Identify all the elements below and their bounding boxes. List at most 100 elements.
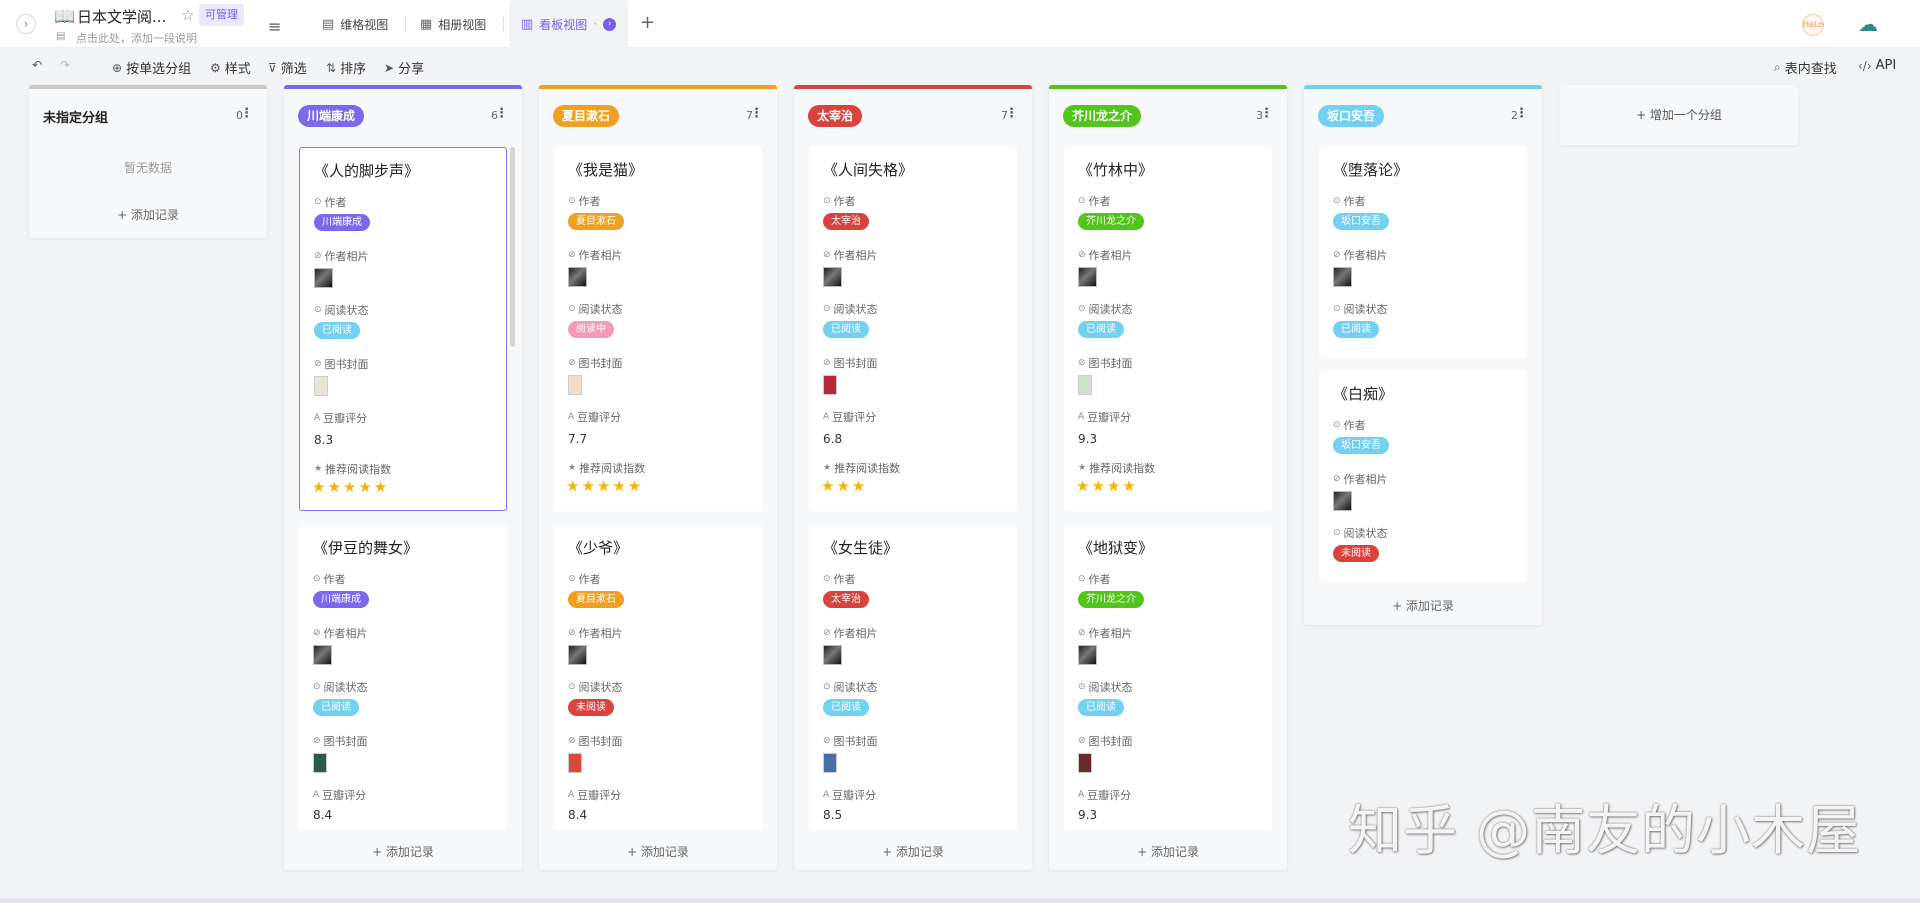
field-label-cover: ⊘ 图书封面 [568, 357, 623, 370]
field-label-photo: ⊘ 作者相片 [823, 627, 878, 640]
add-record-button[interactable]: + 添加记录 [29, 206, 267, 223]
field-label-author: ⊙ 作者 [568, 573, 601, 586]
add-view-icon[interactable]: + [640, 12, 655, 33]
record-card[interactable]: 《少爷》 ⊙ 作者 夏目漱石 ⊘ 作者相片 ⊙ 阅读状态 未阅读 ⊘ 图书封面 A 豆瓣评… [554, 525, 762, 830]
star-icon[interactable]: ☆ [181, 6, 194, 24]
more-icon[interactable]: ⋮ [1515, 106, 1528, 121]
author-photo[interactable] [568, 267, 587, 287]
more-icon[interactable]: ⋮ [240, 106, 253, 121]
style-button[interactable]: ⚙ 样式 [210, 58, 251, 78]
book-cover[interactable] [823, 375, 837, 395]
field-label-cover: ⊘ 图书封面 [823, 735, 878, 748]
record-card[interactable]: 《伊豆的舞女》 ⊙ 作者 川端康成 ⊘ 作者相片 ⊙ 阅读状态 已阅读 ⊘ 图书封面 A… [299, 525, 507, 830]
column-title: 太宰治 [808, 105, 863, 127]
author-photo[interactable] [314, 268, 333, 288]
find-button[interactable]: ⌕ 表内查找 [1774, 58, 1837, 77]
author-photo[interactable] [1333, 267, 1352, 287]
field-label-photo: ⊘ 作者相片 [1078, 249, 1133, 262]
record-card[interactable]: 《白痴》 ⊙ 作者 坂口安吾 ⊘ 作者相片 ⊙ 阅读状态 未阅读 [1319, 371, 1527, 581]
record-card[interactable]: 《堕落论》 ⊙ 作者 坂口安吾 ⊘ 作者相片 ⊙ 阅读状态 已阅读 [1319, 147, 1527, 357]
kanban-column-dazai: 太宰治 7 ⋮ 《人间失格》 ⊙ 作者 太宰治 ⊘ 作者相片 ⊙ 阅读状态 已阅读 ⊘… [794, 85, 1032, 870]
code-icon: ‹/› [1858, 58, 1872, 73]
tab-kanban-view[interactable]: ▥ 看板视图 · › [509, 0, 629, 48]
card-title: 《堕落论》 [1333, 161, 1409, 179]
author-tag: 芥川龙之介 [1078, 213, 1144, 230]
author-photo[interactable] [1078, 267, 1097, 287]
filter-button[interactable]: ⊽ 筛选 [268, 58, 307, 78]
description-field[interactable]: 点击此处，添加一段说明 [76, 30, 197, 46]
add-group-button[interactable]: + 增加一个分组 [1560, 85, 1798, 145]
tab-menu-icon[interactable]: › [603, 17, 617, 31]
search-icon: ⌕ [1774, 60, 1781, 74]
group-by-button[interactable]: ⊕ 按单选分组 [112, 58, 191, 78]
rating-value: 9.3 [1078, 808, 1098, 822]
card-title: 《人间失格》 [823, 161, 914, 179]
add-record-button[interactable]: + 添加记录 [284, 843, 522, 860]
undo-icon[interactable]: ↶ [32, 58, 42, 72]
record-card[interactable]: 《人间失格》 ⊙ 作者 太宰治 ⊘ 作者相片 ⊙ 阅读状态 已阅读 ⊘ 图书封面 A 豆瓣… [809, 147, 1017, 511]
author-photo[interactable] [1078, 645, 1097, 665]
field-label-recommend: ★ 推荐阅读指数 [823, 462, 901, 475]
record-card[interactable]: 《我是猫》 ⊙ 作者 夏目漱石 ⊘ 作者相片 ⊙ 阅读状态 阅读中 ⊘ 图书封面 A 豆瓣… [554, 147, 762, 511]
column-header: 川端康成 6 ⋮ [284, 89, 522, 139]
permission-badge: 可管理 [199, 4, 244, 26]
more-icon[interactable]: ⋮ [495, 106, 508, 121]
tab-divider [405, 17, 406, 31]
cloud-icon[interactable]: ☁ [1858, 12, 1878, 36]
author-photo[interactable] [823, 267, 842, 287]
book-cover[interactable] [314, 376, 328, 396]
add-record-button[interactable]: + 添加记录 [1049, 843, 1287, 860]
field-label-photo: ⊘ 作者相片 [1333, 249, 1388, 262]
column-header: 芥川龙之介 3 ⋮ [1049, 89, 1287, 139]
share-button[interactable]: ➤ 分享 [384, 58, 424, 78]
book-cover[interactable] [823, 753, 837, 773]
add-record-button[interactable]: + 添加记录 [539, 843, 777, 860]
field-label-status: ⊙ 阅读状态 [1078, 303, 1133, 316]
grid-icon: ▤ [322, 16, 335, 32]
card-title: 《竹林中》 [1078, 161, 1154, 179]
sort-button[interactable]: ⇅ 排序 [326, 58, 366, 78]
sheet-title[interactable]: 日本文学阅... [77, 6, 166, 27]
column-header: 未指定分组 0 ⋮ [29, 89, 267, 139]
menu-icon[interactable]: ≡ [268, 17, 281, 36]
rating-value: 8.4 [568, 808, 588, 822]
record-card[interactable]: 《女生徒》 ⊙ 作者 太宰治 ⊘ 作者相片 ⊙ 阅读状态 已阅读 ⊘ 图书封面 A 豆瓣评… [809, 525, 1017, 830]
book-cover[interactable] [568, 753, 582, 773]
expand-sidebar-button[interactable]: › [16, 14, 36, 34]
author-tag: 夏目漱石 [568, 591, 624, 608]
author-photo[interactable] [1333, 491, 1352, 511]
rating-value: 6.8 [823, 432, 843, 446]
book-cover[interactable] [1078, 753, 1092, 773]
author-photo[interactable] [568, 645, 587, 665]
book-cover[interactable] [1078, 375, 1092, 395]
redo-icon[interactable]: ↷ [60, 58, 70, 72]
column-header: 夏目漱石 7 ⋮ [539, 89, 777, 139]
bottom-bar [0, 898, 1920, 903]
status-tag: 阅读中 [568, 321, 614, 338]
more-icon[interactable]: ⋮ [1005, 106, 1018, 121]
add-record-button[interactable]: + 添加记录 [794, 843, 1032, 860]
recommend-stars: ★★★ [821, 477, 868, 495]
author-photo[interactable] [823, 645, 842, 665]
field-label-rating: A 豆瓣评分 [568, 789, 622, 802]
author-tag: 芥川龙之介 [1078, 591, 1144, 608]
author-tag: 川端康成 [314, 214, 370, 231]
author-photo[interactable] [313, 645, 332, 665]
record-card[interactable]: 《竹林中》 ⊙ 作者 芥川龙之介 ⊘ 作者相片 ⊙ 阅读状态 已阅读 ⊘ 图书封面 A豆… [1064, 147, 1272, 511]
record-card[interactable]: 《地狱变》 ⊙ 作者 芥川龙之介 ⊘ 作者相片 ⊙ 阅读状态 已阅读 ⊘ 图书封面 A豆… [1064, 525, 1272, 830]
scrollbar[interactable] [510, 147, 515, 347]
filter-icon: ⊽ [268, 60, 277, 75]
record-card[interactable]: 《人的脚步声》 ⊙ 作者 川端康成 ⊘ 作者相片 ⊙ 阅读状态 已阅读 ⊘ 图书封面 A… [299, 147, 507, 511]
avatar[interactable]: HeLo [1802, 14, 1824, 36]
field-label-cover: ⊘ 图书封面 [313, 735, 368, 748]
api-button[interactable]: ‹/› API [1858, 58, 1896, 73]
more-icon[interactable]: ⋮ [1260, 106, 1273, 121]
tab-grid-view[interactable]: ▤ 维格视图 [322, 0, 388, 48]
tab-gallery-view[interactable]: ▦ 相册视图 [420, 0, 486, 48]
author-tag: 坂口安吾 [1333, 213, 1389, 230]
book-cover[interactable] [313, 753, 327, 773]
more-icon[interactable]: ⋮ [750, 106, 763, 121]
book-cover[interactable] [568, 375, 582, 395]
add-record-button[interactable]: + 添加记录 [1304, 597, 1542, 614]
recommend-stars: ★★★★ [1076, 477, 1138, 495]
